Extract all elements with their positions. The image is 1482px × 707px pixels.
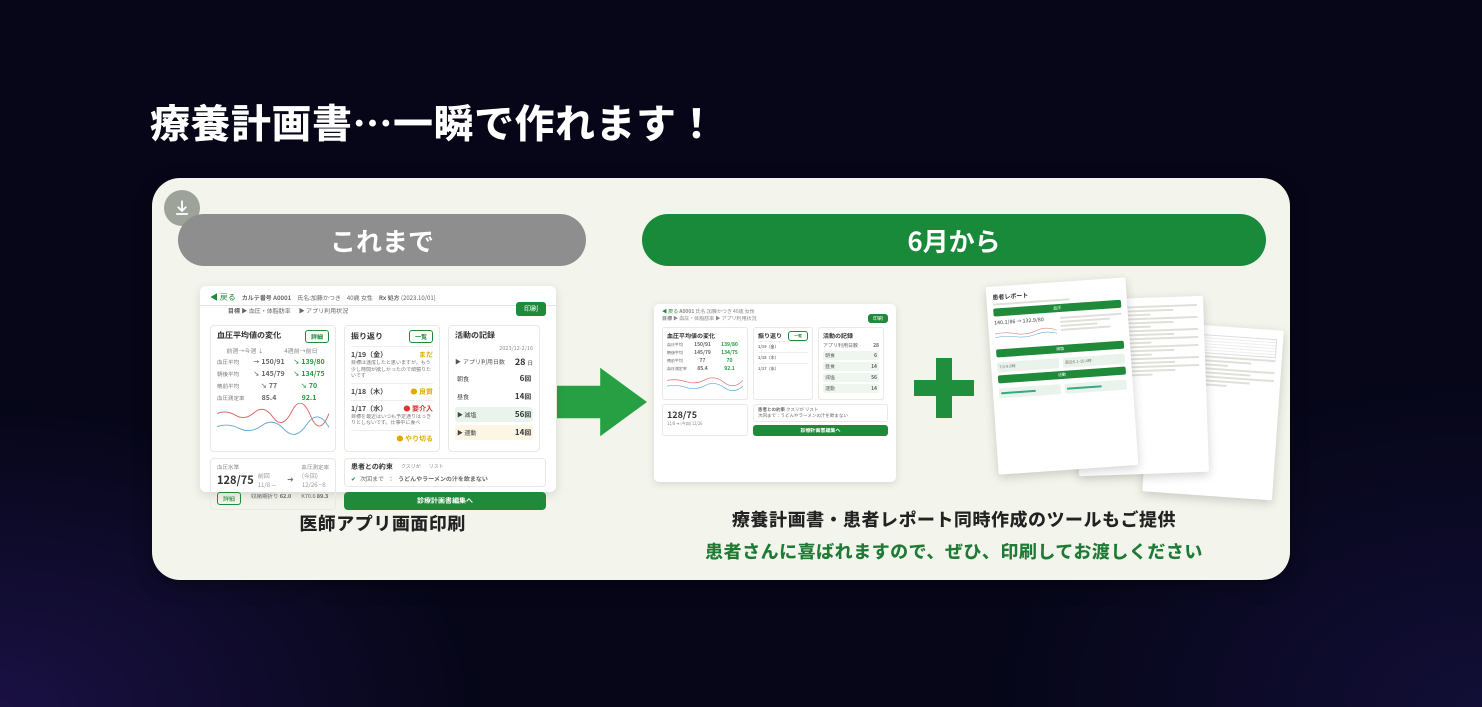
- doctor-app-screenshot-before: ◀ 戻る カルテ番号 A0001 氏名:加藤かつき 40歳 女性 Rx 処方 (…: [200, 286, 556, 492]
- document-stack: 患者レポート 血圧 140.1/86 → 132.9/80 減塩 7.0-9.8…: [990, 288, 1280, 498]
- plus-icon: [914, 358, 974, 423]
- caption-before: 医師アプリ画面印刷: [210, 510, 555, 536]
- doctor-app-screenshot-after: ◀ 戻る A0001 氏名:加藤かつき 40歳 女性 目標 ▶ 血圧・体脂肪率 …: [654, 304, 896, 482]
- promise-card: 患者との約束クスリがリスト ✔次回まで：うどんやラーメンの汁を飲まない: [344, 458, 546, 487]
- bp-detail-button[interactable]: 詳細: [305, 330, 329, 343]
- bp-card: 血圧平均値の変化詳細 前週→今週 ↓4週前→前日 血圧平均→150/91↘139…: [210, 325, 336, 452]
- caption-after: 療養計画書・患者レポート同時作成のツールもご提供 患者さんに喜ばれますので、ぜひ…: [642, 506, 1266, 564]
- activity-card: 活動の記録 2023/12-2/16 ▶ アプリ利用日数28 日 朝食6回 昼食…: [448, 325, 540, 452]
- arrow-icon: [556, 366, 648, 443]
- print-button[interactable]: 印刷: [516, 302, 546, 316]
- slide-title: 療養計画書…一瞬で作れます！: [150, 92, 717, 150]
- bp-chart: [217, 403, 329, 437]
- bp-summary-card: 血圧水準血圧測定率 128/75 前回 11/8 — ➜ (今回) 12/26 …: [210, 458, 336, 510]
- pill-after: 6月から: [642, 214, 1266, 266]
- print-button-sm[interactable]: 印刷: [868, 314, 888, 323]
- comparison-panel: これまで 6月から ◀ 戻る カルテ番号 A0001 氏名:加藤かつき 40歳 …: [152, 178, 1290, 580]
- lookback-card: 振り返り一覧 1/19（金）まだ目標は達成したと思いますが，もう少し時間が欲しか…: [344, 325, 440, 452]
- back-link[interactable]: ◀ 戻る: [210, 292, 236, 303]
- plan-edit-button[interactable]: 診療計画書編集へ: [344, 492, 546, 510]
- lookback-list-button[interactable]: 一覧: [409, 330, 433, 343]
- patient-report-doc: 患者レポート 血圧 140.1/86 → 132.9/80 減塩 7.0-9.8…: [986, 277, 1139, 474]
- summary-detail-button[interactable]: 詳細: [217, 492, 241, 505]
- download-icon: [173, 199, 191, 217]
- pill-before: これまで: [178, 214, 586, 266]
